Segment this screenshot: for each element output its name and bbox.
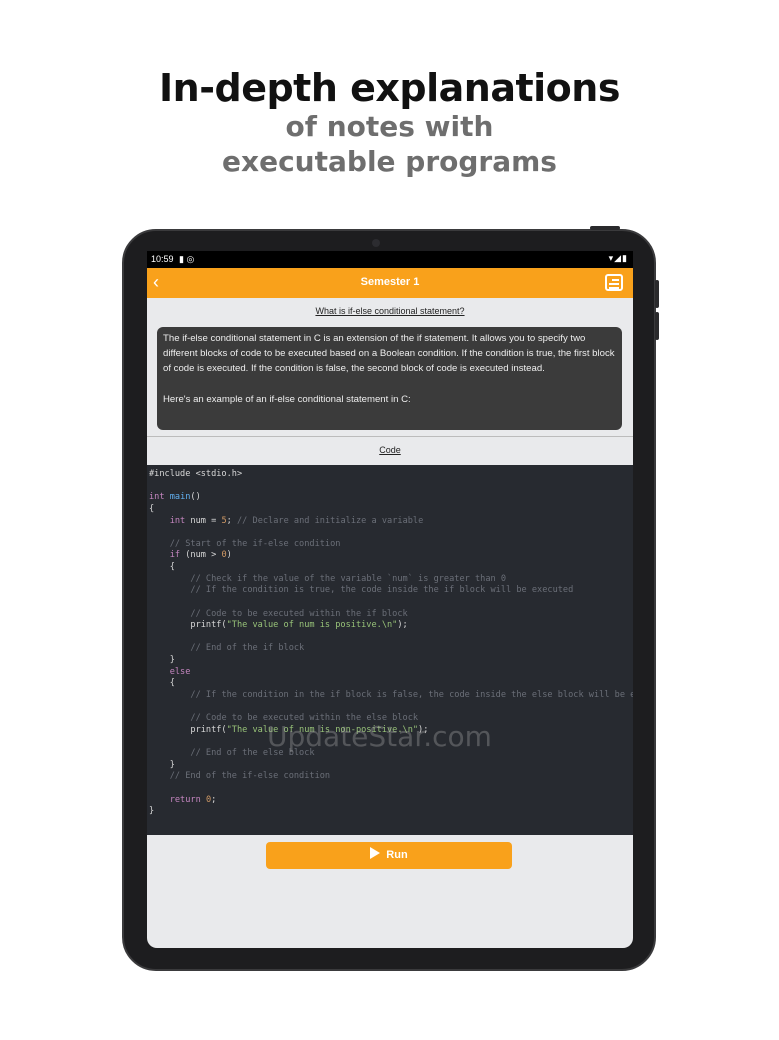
volume-down-button xyxy=(655,312,659,340)
app-bar: ‹ Semester 1 xyxy=(147,268,633,298)
status-time: 10:59 xyxy=(151,254,174,264)
camera-dot xyxy=(372,239,380,247)
headline-title: In-depth explanations xyxy=(159,66,620,110)
play-icon xyxy=(370,847,381,859)
headline-subtitle-line1: of notes with xyxy=(285,110,494,143)
status-bar: 10:59 ▮ ◎ ▾◢▮ xyxy=(147,251,633,268)
explanation-box: The if-else conditional statement in C i… xyxy=(157,327,622,430)
run-button[interactable]: Run xyxy=(266,842,512,869)
explanation-paragraph: The if-else conditional statement in C i… xyxy=(163,333,615,375)
code-listing: #include <stdio.h> int main() { int num … xyxy=(149,469,633,817)
notes-menu-icon[interactable] xyxy=(605,274,623,291)
volume-up-button xyxy=(655,280,659,308)
screen-title: Semester 1 xyxy=(360,276,420,288)
app-screen: 10:59 ▮ ◎ ▾◢▮ ‹ Semester 1 What is if-el… xyxy=(147,251,633,948)
headline-subtitle-line2: executable programs xyxy=(222,145,557,178)
code-editor[interactable]: #include <stdio.h> int main() { int num … xyxy=(147,465,633,835)
explanation-paragraph: Here's an example of an if-else conditio… xyxy=(163,393,411,405)
signal-battery-icons: ▾◢▮ xyxy=(608,253,628,263)
power-button xyxy=(590,226,620,230)
run-button-label: Run xyxy=(386,849,408,861)
question-title: What is if-else conditional statement? xyxy=(315,306,465,316)
code-section-label: Code xyxy=(379,445,401,455)
section-divider xyxy=(147,436,633,437)
notification-icons: ▮ ◎ xyxy=(179,254,195,264)
